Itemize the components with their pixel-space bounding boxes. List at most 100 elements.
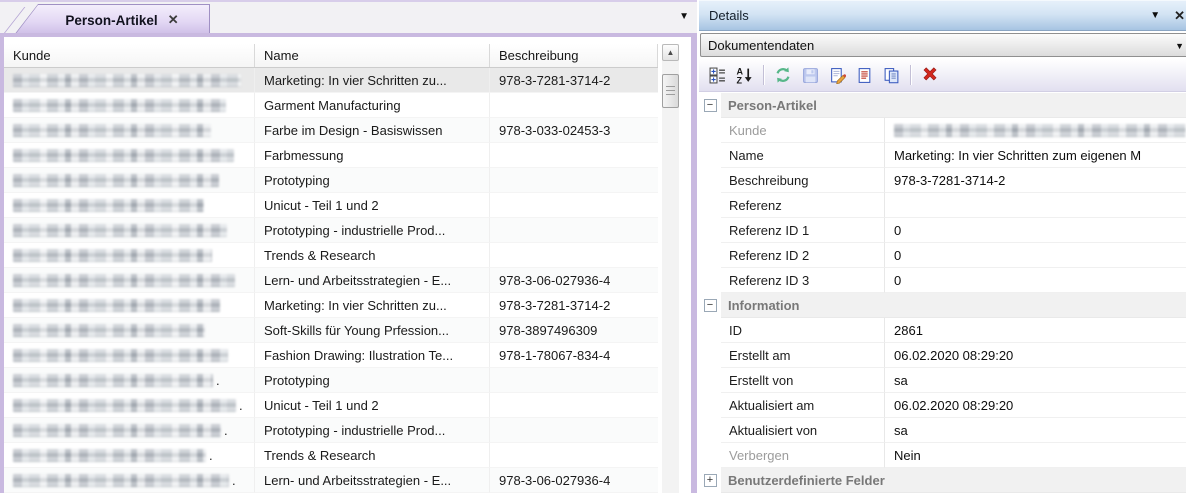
- table-row[interactable]: .Unicut - Teil 1 und 2: [4, 393, 658, 418]
- collapse-box-icon[interactable]: −: [704, 99, 717, 112]
- cell-kunde: [4, 93, 255, 118]
- property-row[interactable]: ID2861: [699, 318, 1186, 343]
- property-row[interactable]: Aktualisiert vonsa: [699, 418, 1186, 443]
- refresh-icon[interactable]: [771, 63, 795, 87]
- group-row[interactable]: −Information: [699, 293, 1186, 318]
- property-row[interactable]: VerbergenNein: [699, 443, 1186, 468]
- property-value[interactable]: [885, 118, 1186, 143]
- table-row[interactable]: Prototyping: [4, 168, 658, 193]
- property-value[interactable]: sa: [885, 418, 1186, 443]
- details-title: Details: [709, 8, 1150, 23]
- property-value[interactable]: 06.02.2020 08:29:20: [885, 393, 1186, 418]
- property-value[interactable]: 0: [885, 268, 1186, 293]
- row-gutter: [699, 418, 721, 443]
- property-row[interactable]: Erstellt am06.02.2020 08:29:20: [699, 343, 1186, 368]
- property-row[interactable]: Kunde: [699, 118, 1186, 143]
- delete-icon[interactable]: [918, 63, 942, 87]
- cell-kunde: .: [4, 443, 255, 468]
- cell-name: Garment Manufacturing: [255, 93, 490, 118]
- copy-icon[interactable]: [879, 63, 903, 87]
- row-gutter: [699, 443, 721, 468]
- tab-person-artikel[interactable]: Person-Artikel ✕: [14, 4, 210, 35]
- table-row[interactable]: Lern- und Arbeitsstrategien - E...978-3-…: [4, 268, 658, 293]
- row-gutter: [699, 268, 721, 293]
- property-row[interactable]: Referenz ID 30: [699, 268, 1186, 293]
- property-value[interactable]: 06.02.2020 08:29:20: [885, 343, 1186, 368]
- table-row[interactable]: Farbmessung: [4, 143, 658, 168]
- table-row[interactable]: Garment Manufacturing: [4, 93, 658, 118]
- property-label: Referenz ID 2: [721, 243, 885, 268]
- property-value[interactable]: 2861: [885, 318, 1186, 343]
- panel-close-icon[interactable]: ✕: [1174, 8, 1185, 24]
- scrollbar-thumb[interactable]: [662, 74, 679, 108]
- column-header-kunde[interactable]: Kunde: [4, 44, 255, 67]
- property-label: Aktualisiert von: [721, 418, 885, 443]
- collapse-box-icon[interactable]: −: [704, 299, 717, 312]
- row-gutter: [699, 118, 721, 143]
- row-gutter: [699, 168, 721, 193]
- table-row[interactable]: Farbe im Design - Basiswissen978-3-033-0…: [4, 118, 658, 143]
- cell-name: Trends & Research: [255, 443, 490, 468]
- tab-overflow-arrow-icon[interactable]: ▼: [679, 11, 689, 22]
- property-row[interactable]: Referenz ID 10: [699, 218, 1186, 243]
- property-row[interactable]: Beschreibung978-3-7281-3714-2: [699, 168, 1186, 193]
- tab-close-icon[interactable]: ✕: [168, 12, 179, 28]
- property-row[interactable]: Referenz ID 20: [699, 243, 1186, 268]
- property-value[interactable]: [885, 193, 1186, 218]
- property-row[interactable]: Referenz: [699, 193, 1186, 218]
- cell-name: Lern- und Arbeitsstrategien - E...: [255, 468, 490, 493]
- column-header-name[interactable]: Name: [255, 44, 490, 67]
- cell-beschreibung: [490, 143, 658, 168]
- column-header-beschreibung[interactable]: Beschreibung: [490, 44, 658, 67]
- document-icon[interactable]: [852, 63, 876, 87]
- cell-kunde: .: [4, 368, 255, 393]
- property-value[interactable]: 0: [885, 218, 1186, 243]
- save-icon[interactable]: [798, 63, 822, 87]
- group-row[interactable]: +Benutzerdefinierte Felder: [699, 468, 1186, 493]
- table-row[interactable]: Unicut - Teil 1 und 2: [4, 193, 658, 218]
- redacted-text: [13, 74, 241, 87]
- property-row[interactable]: Erstellt vonsa: [699, 368, 1186, 393]
- cell-name: Prototyping: [255, 368, 490, 393]
- property-value[interactable]: 0: [885, 243, 1186, 268]
- redacted-text: [13, 274, 235, 287]
- details-grid: −Person-ArtikelKundeNameMarketing: In vi…: [699, 93, 1186, 493]
- cell-name: Marketing: In vier Schritten zu...: [255, 293, 490, 318]
- group-row[interactable]: −Person-Artikel: [699, 93, 1186, 118]
- view-selector-value: Dokumentendaten: [708, 38, 814, 53]
- group-gutter: −: [699, 293, 721, 318]
- table-row[interactable]: Trends & Research: [4, 243, 658, 268]
- table-row[interactable]: .Lern- und Arbeitsstrategien - E...978-3…: [4, 468, 658, 493]
- property-row[interactable]: Aktualisiert am06.02.2020 08:29:20: [699, 393, 1186, 418]
- table-row[interactable]: .Prototyping - industrielle Prod...: [4, 418, 658, 443]
- table-row[interactable]: Fashion Drawing: Ilustration Te...978-1-…: [4, 343, 658, 368]
- table-row[interactable]: Prototyping - industrielle Prod...: [4, 218, 658, 243]
- property-label: Referenz ID 3: [721, 268, 885, 293]
- property-value[interactable]: 978-3-7281-3714-2: [885, 168, 1186, 193]
- table-row[interactable]: Soft-Skills für Young Prfession...978-38…: [4, 318, 658, 343]
- redacted-text: [894, 124, 1186, 137]
- property-row[interactable]: NameMarketing: In vier Schritten zum eig…: [699, 143, 1186, 168]
- view-selector-dropdown[interactable]: Dokumentendaten ▼: [700, 33, 1186, 57]
- cell-kunde: [4, 243, 255, 268]
- property-value[interactable]: Marketing: In vier Schritten zum eigenen…: [885, 143, 1186, 168]
- categorized-icon[interactable]: [705, 63, 729, 87]
- property-value[interactable]: Nein: [885, 443, 1186, 468]
- scroll-up-icon[interactable]: ▲: [662, 44, 679, 61]
- panel-menu-arrow-icon[interactable]: ▼: [1150, 10, 1160, 21]
- expand-box-icon[interactable]: +: [704, 474, 717, 487]
- sort-az-icon[interactable]: AZ: [732, 63, 756, 87]
- redacted-text: [13, 424, 221, 437]
- table-row[interactable]: .Trends & Research: [4, 443, 658, 468]
- edit-icon[interactable]: [825, 63, 849, 87]
- table-row[interactable]: Marketing: In vier Schritten zu...978-3-…: [4, 68, 658, 93]
- property-value[interactable]: sa: [885, 368, 1186, 393]
- cell-beschreibung: [490, 243, 658, 268]
- table-row[interactable]: .Prototyping: [4, 368, 658, 393]
- redacted-text: [13, 374, 213, 387]
- details-panel: Details ▼ ✕ Dokumentendaten ▼ AZ: [699, 0, 1186, 493]
- vertical-scrollbar[interactable]: ▲: [662, 44, 679, 493]
- redacted-text: [13, 99, 226, 112]
- table-row[interactable]: Marketing: In vier Schritten zu...978-3-…: [4, 293, 658, 318]
- dropdown-arrow-icon: ▼: [1175, 41, 1184, 51]
